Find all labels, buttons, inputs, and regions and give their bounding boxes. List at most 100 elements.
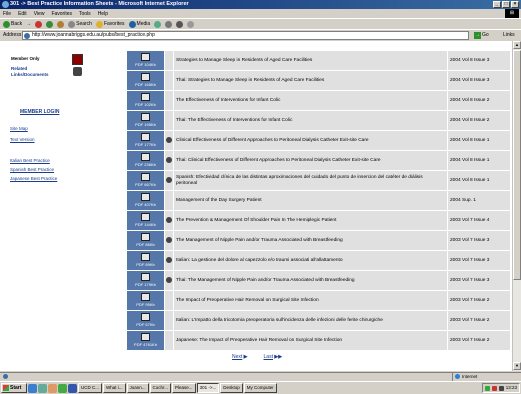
pdf-download-button[interactable]: PDF 407Kb bbox=[127, 191, 164, 210]
audio-icon[interactable] bbox=[166, 277, 172, 283]
row-icon-cell bbox=[165, 311, 173, 330]
address-input[interactable]: http://www.joannabriggs.edu.au/pubs/best… bbox=[22, 31, 469, 40]
text-version-link[interactable]: Text Version bbox=[10, 137, 35, 142]
menu-edit[interactable]: Edit bbox=[18, 11, 27, 17]
pdf-download-button[interactable]: PDF 67Kb bbox=[127, 311, 164, 330]
pdf-legend-icon bbox=[72, 54, 83, 65]
close-button[interactable]: × bbox=[511, 1, 519, 8]
pdf-download-button[interactable]: PDF 195Kb bbox=[127, 111, 164, 130]
task-list: UCD C... What i... Joann... Cochr... Please.… bbox=[78, 383, 277, 393]
pdf-download-button[interactable]: PDF 104Kb bbox=[127, 51, 164, 70]
menu-favorites[interactable]: Favorites bbox=[51, 11, 72, 17]
mail-icon[interactable] bbox=[165, 20, 173, 28]
pdf-download-button[interactable]: PDF 4761Kb bbox=[127, 331, 164, 350]
taskbar-button[interactable]: 301 ->... bbox=[196, 383, 220, 393]
audio-icon[interactable] bbox=[166, 177, 172, 183]
start-button[interactable]: Start bbox=[1, 383, 27, 393]
row-icon-cell bbox=[165, 191, 173, 210]
pdf-download-button[interactable]: PDF 179Kb bbox=[127, 271, 164, 290]
scroll-down-icon[interactable]: ▼ bbox=[513, 362, 521, 370]
back-label: Back bbox=[11, 21, 23, 27]
links-button[interactable]: Links bbox=[503, 31, 515, 40]
forward-button[interactable]: → bbox=[26, 21, 31, 27]
pdf-download-button[interactable]: PDF 236Kb bbox=[127, 151, 164, 170]
taskbar-button[interactable]: My Computer bbox=[243, 383, 277, 393]
pdf-download-button[interactable]: PDF 177Kb bbox=[127, 131, 164, 150]
quicklaunch-app-icon[interactable] bbox=[58, 383, 67, 393]
tray-network-icon[interactable] bbox=[484, 385, 490, 391]
audio-icon[interactable] bbox=[166, 157, 172, 163]
pdf-download-button[interactable]: PDF 667Kb bbox=[127, 171, 164, 190]
left-nav: Member Only Related Links/Documents MEMB… bbox=[0, 41, 118, 371]
next-label: Next bbox=[232, 354, 243, 360]
publication-issue: 2003 Vol 7 Issue 3 bbox=[448, 271, 510, 290]
history-icon[interactable] bbox=[154, 20, 162, 28]
pdf-download-button[interactable]: PDF 102Kb bbox=[127, 91, 164, 110]
home-icon[interactable] bbox=[57, 20, 65, 28]
taskbar-button[interactable]: Please... bbox=[172, 383, 196, 393]
menu-help[interactable]: Help bbox=[98, 11, 108, 17]
quicklaunch-desktop-icon[interactable] bbox=[38, 383, 47, 393]
audio-icon[interactable] bbox=[166, 217, 172, 223]
next-link[interactable]: Next ▶ bbox=[232, 354, 248, 360]
row-icon-cell bbox=[165, 171, 173, 190]
scroll-up-icon[interactable]: ▲ bbox=[513, 41, 521, 49]
back-button[interactable]: Back bbox=[3, 20, 23, 28]
taskbar-button[interactable]: What i... bbox=[103, 383, 126, 393]
pdf-icon bbox=[141, 93, 150, 101]
pdf-icon bbox=[141, 253, 150, 261]
refresh-icon[interactable] bbox=[46, 20, 54, 28]
table-row: PDF 165Kb Thai: Strategies to Manage Slee… bbox=[127, 71, 510, 90]
tray-security-icon[interactable] bbox=[491, 385, 497, 391]
publication-issue: 2003 Vol 7 Issue 2 bbox=[448, 291, 510, 310]
spanish-best-practice-link[interactable]: Spanish Best Practice bbox=[10, 167, 54, 172]
pdf-download-button[interactable]: PDF 86Kb bbox=[127, 231, 164, 250]
pdf-icon bbox=[141, 73, 150, 81]
row-icon-cell bbox=[165, 131, 173, 150]
table-row: PDF 407Kb Management of the Day Surgery P… bbox=[127, 191, 510, 210]
pdf-download-button[interactable]: PDF 144Kb bbox=[127, 211, 164, 230]
tray-volume-icon[interactable] bbox=[498, 385, 504, 391]
taskbar-button[interactable]: Cochr... bbox=[149, 383, 172, 393]
menu-view[interactable]: View bbox=[34, 11, 45, 17]
search-button[interactable]: Search bbox=[68, 20, 92, 28]
audio-icon[interactable] bbox=[166, 257, 172, 263]
row-icon-cell bbox=[165, 91, 173, 110]
maximize-button[interactable]: □ bbox=[502, 1, 510, 8]
quicklaunch-word-icon[interactable] bbox=[68, 383, 77, 393]
table-row: PDF 236Kb Thai: Clinical Effectiveness of… bbox=[127, 151, 510, 170]
stop-icon[interactable] bbox=[35, 20, 43, 28]
taskbar-button[interactable]: Joann... bbox=[126, 383, 149, 393]
favorites-button[interactable]: Favorites bbox=[95, 20, 125, 28]
print-icon[interactable] bbox=[176, 20, 184, 28]
menu-file[interactable]: File bbox=[3, 11, 11, 17]
edit-icon[interactable] bbox=[187, 20, 195, 28]
vertical-scrollbar[interactable]: ▲ ▼ bbox=[512, 41, 521, 371]
pdf-download-button[interactable]: PDF 165Kb bbox=[127, 71, 164, 90]
windows-logo-icon: ⊞ bbox=[505, 9, 519, 18]
row-icon-cell bbox=[165, 251, 173, 270]
go-label: Go bbox=[482, 32, 489, 38]
quicklaunch-ie-icon[interactable] bbox=[28, 383, 37, 393]
site-map-link[interactable]: Site Map bbox=[10, 126, 28, 131]
taskbar-button[interactable]: UCD C... bbox=[78, 383, 102, 393]
pdf-download-button[interactable]: PDF 89Kb bbox=[127, 251, 164, 270]
minimize-button[interactable]: _ bbox=[493, 1, 501, 8]
address-url: http://www.joannabriggs.edu.au/pubs/best… bbox=[32, 32, 155, 38]
quicklaunch-mail-icon[interactable] bbox=[48, 383, 57, 393]
last-link[interactable]: Last ▶▶ bbox=[264, 354, 283, 360]
scroll-thumb[interactable] bbox=[513, 50, 521, 280]
audio-icon[interactable] bbox=[166, 137, 172, 143]
taskbar-button[interactable]: Desktop bbox=[220, 383, 243, 393]
media-button[interactable]: Media bbox=[128, 20, 150, 28]
audio-icon[interactable] bbox=[166, 237, 172, 243]
italian-best-practice-link[interactable]: Italian Best Practice bbox=[10, 158, 50, 163]
japanese-best-practice-link[interactable]: Japanese Best Practice bbox=[10, 176, 57, 181]
pdf-icon bbox=[141, 313, 150, 321]
menu-tools[interactable]: Tools bbox=[79, 11, 91, 17]
publication-title: Management of the Day Surgery Patient bbox=[174, 191, 447, 210]
go-button[interactable]: → Go bbox=[474, 31, 489, 40]
publication-issue: 2003 Vol 7 Issue 2 bbox=[448, 331, 510, 350]
pdf-download-button[interactable]: PDF 95Kb bbox=[127, 291, 164, 310]
member-login-link[interactable]: MEMBER LOGIN bbox=[20, 109, 59, 115]
